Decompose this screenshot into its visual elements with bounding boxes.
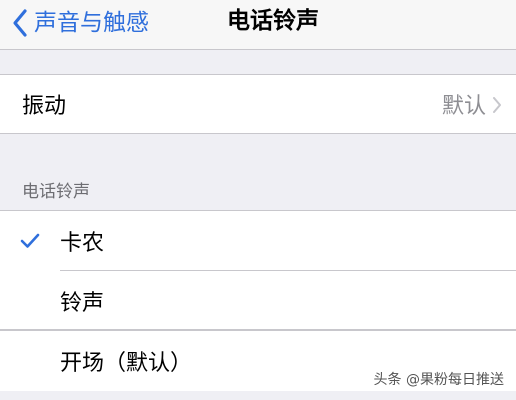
page-title: 电话铃声 [227, 8, 319, 34]
ringtone-list: 卡农 铃声 开场（默认） [0, 210, 516, 391]
watermark: 头条 @果粉每日推送 [371, 368, 506, 390]
ringtone-label: 开场（默认） [60, 351, 193, 376]
checkmark-icon [20, 233, 40, 248]
vibration-label: 振动 [22, 94, 67, 119]
navigation-bar: 声音与触感 电话铃声 [0, 0, 516, 50]
vibration-row[interactable]: 振动 默认 [0, 74, 516, 134]
chevron-right-icon [493, 97, 501, 113]
ringtone-item-ringtone[interactable]: 铃声 [0, 271, 516, 331]
ringtone-item-canon[interactable]: 卡农 [0, 211, 516, 271]
ringtones-section-header: 电话铃声 [22, 182, 90, 202]
ringtone-label: 铃声 [60, 291, 105, 316]
vibration-value: 默认 [441, 94, 486, 119]
ringtone-label: 卡农 [60, 231, 105, 256]
